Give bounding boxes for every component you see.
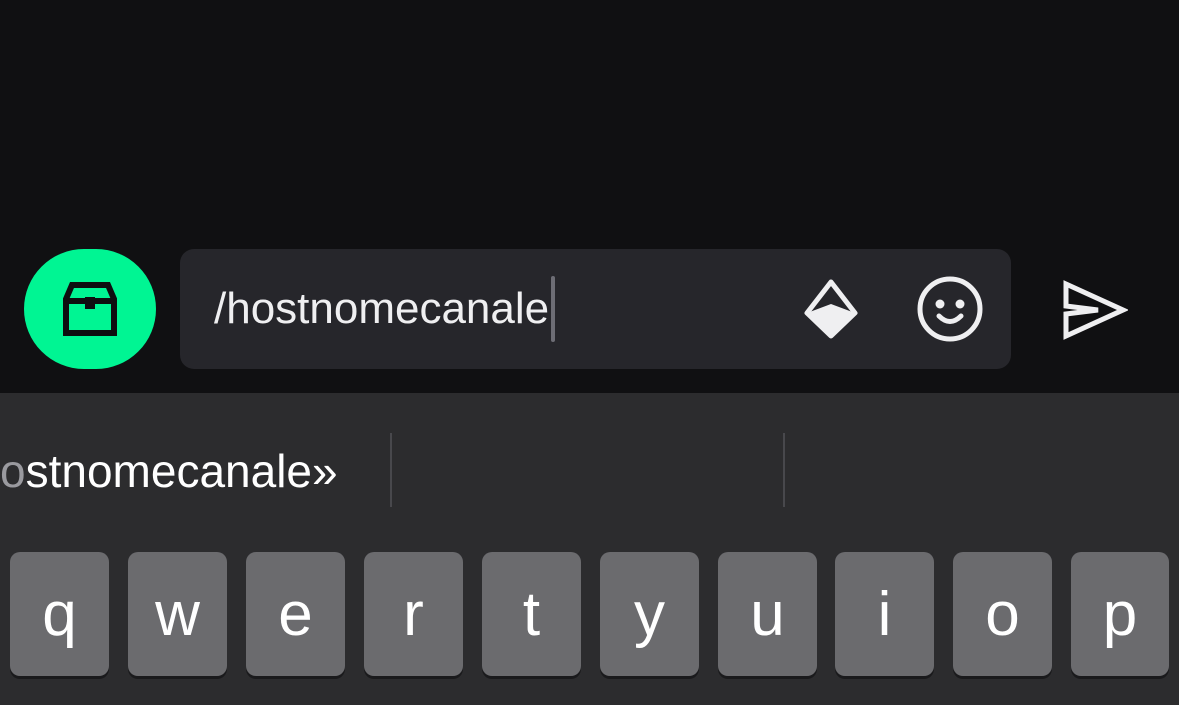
key-w[interactable]: w (128, 552, 227, 676)
key-r[interactable]: r (364, 552, 463, 676)
chat-composer: /hostnomecanale (0, 249, 1179, 393)
suggestion-1-prefix: o (0, 445, 26, 497)
treasure-chest-icon (63, 282, 117, 336)
key-e[interactable]: e (246, 552, 345, 676)
key-u[interactable]: u (718, 552, 817, 676)
suggestion-1-text: stnomecanale» (25, 445, 338, 497)
key-t[interactable]: t (482, 552, 581, 676)
suggestion-divider (390, 433, 392, 507)
chat-area (0, 0, 1179, 249)
suggestion-1[interactable]: ostnomecanale» (0, 435, 386, 507)
key-o[interactable]: o (953, 552, 1052, 676)
key-p[interactable]: p (1071, 552, 1169, 676)
send-button[interactable] (1060, 279, 1130, 341)
suggestion-3[interactable] (787, 435, 1179, 507)
key-q[interactable]: q (10, 552, 109, 676)
suggestion-divider (783, 433, 785, 507)
bits-button[interactable] (800, 277, 862, 341)
chat-input-text[interactable]: /hostnomecanale (214, 276, 556, 342)
key-y[interactable]: y (600, 552, 699, 676)
chat-input[interactable]: /hostnomecanale (180, 249, 1011, 369)
on-screen-keyboard: ostnomecanale» q w e r t y u i o p (0, 393, 1179, 705)
chat-input-value: /hostnomecanale (214, 284, 550, 333)
smiley-face-icon (917, 276, 983, 342)
suggestion-2[interactable] (394, 435, 782, 507)
bits-diamond-icon (804, 279, 858, 339)
text-caret (551, 276, 556, 342)
key-i[interactable]: i (835, 552, 934, 676)
send-arrow-icon (1063, 280, 1130, 340)
chest-button[interactable] (24, 249, 156, 369)
suggestion-bar: ostnomecanale» (0, 393, 1179, 543)
emote-picker-button[interactable] (916, 275, 984, 343)
